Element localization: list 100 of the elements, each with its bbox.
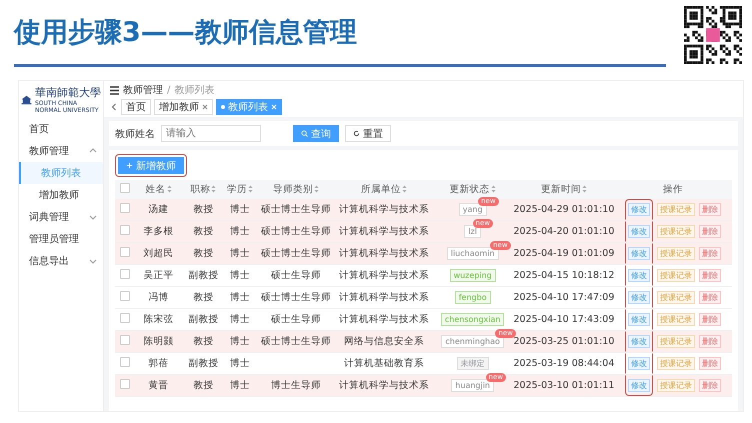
table-cell: 陈宋弦 (144, 314, 174, 325)
edit-button[interactable]: 修改 (628, 269, 650, 282)
edit-button[interactable]: 修改 (628, 247, 650, 260)
sort-icon[interactable] (211, 185, 216, 194)
sidebar-item[interactable]: 首页 (19, 118, 103, 140)
plus-icon (126, 162, 133, 169)
name-input-field[interactable]: 请输入 (161, 125, 261, 142)
table-cell: 2025-04-29 01:01:10 (513, 204, 614, 215)
checkbox[interactable] (120, 357, 130, 367)
delete-button[interactable]: 删除 (699, 357, 722, 370)
delete-button[interactable]: 删除 (699, 335, 722, 348)
edit-button[interactable]: 修改 (628, 357, 650, 370)
checkbox[interactable] (120, 225, 130, 235)
checkbox[interactable] (120, 269, 130, 279)
delete-button[interactable]: 删除 (699, 313, 722, 326)
table-cell: 教授 (193, 292, 214, 303)
column-header[interactable]: 更新时间 (513, 180, 614, 199)
page-tab[interactable]: 首页 (121, 99, 151, 115)
delete-button[interactable]: 删除 (699, 203, 722, 216)
status-tag: fengbo (454, 291, 491, 304)
page-tab[interactable]: 教师列表 (216, 99, 282, 115)
search-icon (301, 130, 308, 137)
column-header[interactable]: 导师类别 (256, 180, 336, 199)
delete-button[interactable]: 删除 (699, 379, 722, 392)
table-cell: 吴正平 (144, 270, 174, 281)
delete-button[interactable]: 删除 (699, 225, 722, 238)
table-cell: 硕士博士生导师 (261, 226, 332, 237)
delete-button[interactable]: 删除 (699, 247, 722, 260)
edit-button[interactable]: 修改 (628, 379, 650, 392)
edit-button[interactable]: 修改 (628, 335, 650, 348)
record-button[interactable]: 授课记录 (657, 335, 696, 348)
table-cell: 郭蓓 (148, 358, 169, 369)
checkbox[interactable] (120, 291, 130, 301)
status-tag: chensongxian (440, 313, 504, 326)
breadcrumb-item: 教师列表 (174, 84, 214, 97)
table-cell: 硕士生导师 (271, 270, 322, 281)
table-cell: 2025-03-10 01:01:11 (513, 380, 614, 391)
checkbox[interactable] (120, 247, 130, 257)
field-label: 教师姓名 (115, 128, 155, 140)
table-cell: 教授 (193, 226, 214, 237)
table-cell: 计算机科学与技术系 (338, 226, 429, 237)
column-header[interactable]: 姓名 (134, 180, 182, 199)
record-button[interactable]: 授课记录 (657, 379, 696, 392)
edit-button[interactable]: 修改 (628, 225, 650, 238)
table-cell: 2025-04-19 01:01:09 (513, 248, 614, 259)
sidebar-item[interactable]: 教师列表 (19, 162, 103, 184)
sort-icon[interactable] (582, 185, 587, 194)
status-tag: huangjin (451, 379, 494, 392)
edit-button[interactable]: 修改 (628, 313, 650, 326)
reset-button[interactable]: 重置 (345, 125, 391, 142)
table-cell: 陈明颢 (144, 336, 174, 347)
record-button[interactable]: 授课记录 (657, 247, 696, 260)
sort-icon[interactable] (248, 185, 254, 194)
delete-button[interactable]: 删除 (699, 269, 722, 282)
edit-button[interactable]: 修改 (628, 203, 650, 216)
sort-icon[interactable] (166, 185, 172, 194)
record-button[interactable]: 授课记录 (657, 357, 696, 370)
column-header[interactable]: 学历 (224, 180, 256, 199)
table-cell: 计算机科学与技术系 (338, 314, 429, 325)
add-teacher-button[interactable]: 新增教师 (118, 157, 184, 174)
breadcrumb-item[interactable]: 教师管理 (123, 83, 163, 97)
table-cell: 2025-03-25 01:01:10 (513, 336, 614, 347)
column-header[interactable]: 职称 (182, 180, 224, 199)
edit-button[interactable]: 修改 (628, 291, 650, 304)
menu-icon[interactable] (110, 86, 119, 94)
table-cell: 2025-04-10 17:43:09 (513, 314, 614, 325)
column-header[interactable]: 所属单位 (336, 180, 432, 199)
sidebar-item[interactable]: 词典管理 (19, 206, 103, 228)
checkbox[interactable] (120, 203, 130, 213)
table-cell: 计算机科学与技术系 (338, 270, 429, 281)
checkbox[interactable] (120, 313, 130, 323)
table-cell: 冯博 (148, 292, 169, 303)
table-cell: 博士 (230, 380, 250, 391)
checkbox[interactable] (120, 379, 130, 389)
record-button[interactable]: 授课记录 (657, 225, 696, 238)
sidebar-item[interactable]: 信息导出 (19, 250, 103, 272)
column-header[interactable]: 更新状态 (432, 180, 514, 199)
sidebar-item[interactable]: 教师管理 (19, 140, 103, 162)
status-tag: wuzeping (450, 269, 496, 282)
sort-icon[interactable] (314, 185, 320, 194)
table-cell: 副教授 (188, 314, 218, 325)
record-button[interactable]: 授课记录 (657, 313, 696, 326)
sidebar-item[interactable]: 管理员管理 (19, 228, 103, 250)
table-cell: 教授 (193, 204, 214, 215)
record-button[interactable]: 授课记录 (657, 291, 696, 304)
checkbox[interactable] (120, 183, 130, 193)
chevron-left-icon[interactable] (110, 103, 118, 111)
sort-icon[interactable] (402, 185, 407, 194)
delete-button[interactable]: 删除 (699, 291, 722, 304)
close-icon[interactable] (202, 104, 208, 110)
record-button[interactable]: 授课记录 (657, 203, 696, 216)
sidebar-item[interactable]: 增加教师 (19, 184, 103, 206)
page-tab[interactable]: 增加教师 (154, 99, 213, 115)
search-button[interactable]: 查询 (293, 125, 339, 142)
table-cell: 硕士生导师 (271, 314, 322, 325)
status-tag: yang (458, 203, 487, 216)
sort-icon[interactable] (490, 185, 496, 194)
record-button[interactable]: 授课记录 (657, 269, 696, 282)
table-cell: 网络与信息安全系 (344, 336, 424, 347)
checkbox[interactable] (120, 335, 130, 345)
